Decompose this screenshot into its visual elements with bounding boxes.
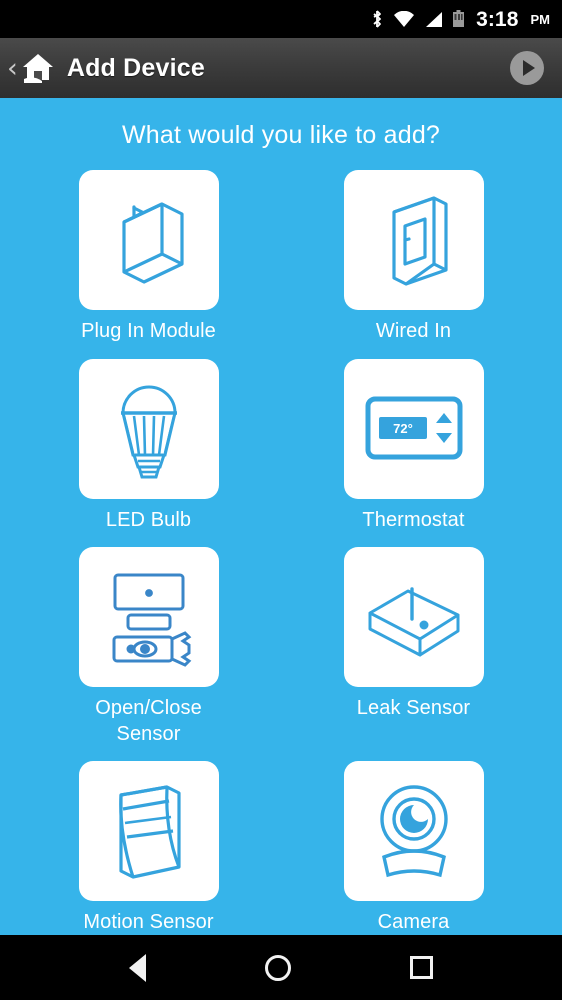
motion-sensor-icon bbox=[118, 785, 181, 879]
device-tile-wired-in[interactable]: Wired In bbox=[343, 170, 484, 359]
wifi-icon bbox=[394, 10, 415, 27]
tile-card[interactable]: 72° bbox=[343, 358, 484, 499]
nav-back-icon[interactable] bbox=[129, 953, 147, 982]
device-tile-motion-sensor[interactable]: Motion Sensor bbox=[78, 761, 219, 935]
tile-card[interactable] bbox=[343, 547, 484, 688]
tile-label: Motion Sensor bbox=[83, 911, 214, 934]
nav-home-icon[interactable] bbox=[264, 954, 291, 981]
tile-card[interactable] bbox=[78, 170, 219, 310]
led-bulb-icon bbox=[120, 385, 177, 479]
device-tile-open-close-sensor[interactable]: Open/Close Sensor bbox=[78, 547, 219, 761]
status-bar: 3:18 PM bbox=[0, 0, 562, 38]
tile-card[interactable] bbox=[78, 547, 219, 688]
tile-label: LED Bulb bbox=[105, 508, 192, 531]
camera-icon bbox=[379, 785, 448, 878]
bluetooth-icon bbox=[373, 10, 381, 28]
tile-label: Wired In bbox=[375, 320, 452, 342]
tile-card[interactable] bbox=[343, 170, 484, 310]
thermostat-display-value: 72° bbox=[393, 421, 413, 436]
device-tile-leak-sensor[interactable]: Leak Sensor bbox=[343, 547, 484, 761]
leak-sensor-icon bbox=[368, 587, 459, 657]
device-tile-plug-in-module[interactable]: Plug In Module bbox=[78, 170, 219, 359]
device-tile-led-bulb[interactable]: LED Bulb bbox=[78, 358, 219, 548]
tile-label: Thermostat bbox=[362, 508, 465, 531]
thermostat-icon: 72° bbox=[365, 396, 462, 460]
battery-icon bbox=[453, 10, 465, 27]
tile-card[interactable] bbox=[343, 761, 484, 902]
device-tile-thermostat[interactable]: 72° Thermostat bbox=[343, 358, 484, 548]
next-button[interactable] bbox=[510, 51, 544, 85]
wall-switch-icon bbox=[391, 196, 448, 286]
back-chevron-icon[interactable]: ‹ bbox=[7, 55, 18, 82]
tile-label: Open/Close Sensor bbox=[95, 697, 202, 745]
tile-label: Camera bbox=[377, 911, 450, 934]
nav-recents-icon[interactable] bbox=[409, 956, 433, 979]
prompt-text: What would you like to add? bbox=[121, 121, 441, 149]
plug-in-module-icon bbox=[121, 202, 184, 284]
tile-card[interactable] bbox=[78, 358, 219, 499]
phone-screen: 3:18 PM ‹ Add Device What would you like… bbox=[0, 0, 562, 1000]
tile-label: Plug In Module bbox=[81, 320, 216, 342]
action-bar: ‹ Add Device bbox=[0, 38, 562, 98]
page-title: Add Device bbox=[66, 53, 205, 82]
android-nav-bar bbox=[0, 935, 562, 1000]
main-content: What would you like to add? Plug In Modu… bbox=[0, 98, 562, 935]
device-grid: Plug In Module Wired In LED Bulb 72° The… bbox=[0, 170, 562, 935]
status-bar-ampm: PM bbox=[530, 11, 551, 27]
open-close-sensor-icon bbox=[112, 573, 191, 667]
tile-label: Leak Sensor bbox=[356, 697, 471, 720]
status-bar-time: 3:18 bbox=[476, 7, 519, 31]
play-icon bbox=[523, 60, 535, 76]
home-icon[interactable] bbox=[20, 51, 56, 85]
tile-card[interactable] bbox=[78, 761, 219, 902]
device-tile-camera[interactable]: Camera bbox=[343, 761, 484, 935]
cellular-signal-icon bbox=[426, 11, 443, 27]
